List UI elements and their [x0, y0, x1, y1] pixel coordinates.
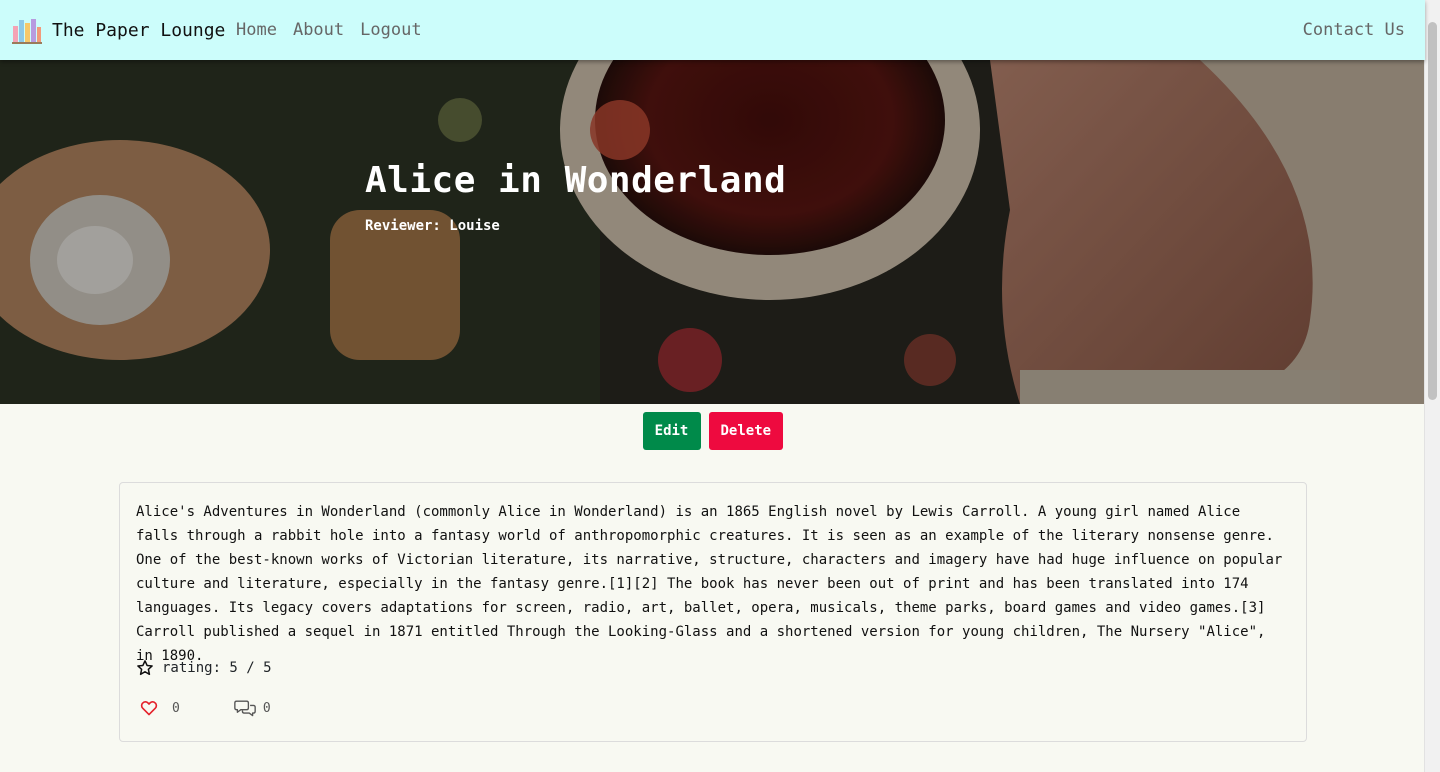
engagement-bar: 0 0 [140, 699, 271, 717]
review-card: Alice's Adventures in Wonderland (common… [119, 482, 1307, 742]
page-scrollbar[interactable] [1424, 0, 1440, 772]
reviewer-name: Reviewer: Louise [365, 218, 500, 234]
rating: rating: 5 / 5 [136, 659, 272, 677]
nav-links: Home About Logout [236, 0, 438, 60]
edit-button[interactable]: Edit [642, 412, 701, 450]
comments-icon [233, 700, 256, 717]
books-icon [12, 19, 42, 44]
nav-link-home[interactable]: Home [236, 20, 277, 40]
nav-link-contact[interactable]: Contact Us [1303, 20, 1405, 40]
nav-link-logout[interactable]: Logout [360, 20, 421, 40]
top-navbar: The Paper Lounge Home About Logout Conta… [0, 0, 1425, 60]
comments-button[interactable]: 0 [233, 699, 271, 717]
review-title: Alice in Wonderland [365, 160, 787, 201]
brand-name: The Paper Lounge [52, 19, 226, 41]
review-body: Alice's Adventures in Wonderland (common… [136, 504, 1283, 664]
nav-link-about[interactable]: About [293, 20, 344, 40]
star-icon [137, 660, 153, 676]
hero-background-image [0, 60, 1425, 404]
comment-count: 0 [262, 700, 271, 716]
delete-button[interactable]: Delete [708, 412, 783, 450]
heart-icon [140, 700, 158, 716]
like-count: 0 [172, 700, 180, 716]
brand[interactable]: The Paper Lounge [12, 0, 225, 60]
scrollbar-thumb[interactable] [1428, 22, 1437, 400]
review-actions: Edit Delete [0, 412, 1425, 450]
like-button[interactable]: 0 [140, 700, 180, 716]
rating-label: rating: 5 / 5 [162, 660, 272, 676]
hero-banner: Alice in Wonderland Reviewer: Louise [0, 60, 1425, 404]
